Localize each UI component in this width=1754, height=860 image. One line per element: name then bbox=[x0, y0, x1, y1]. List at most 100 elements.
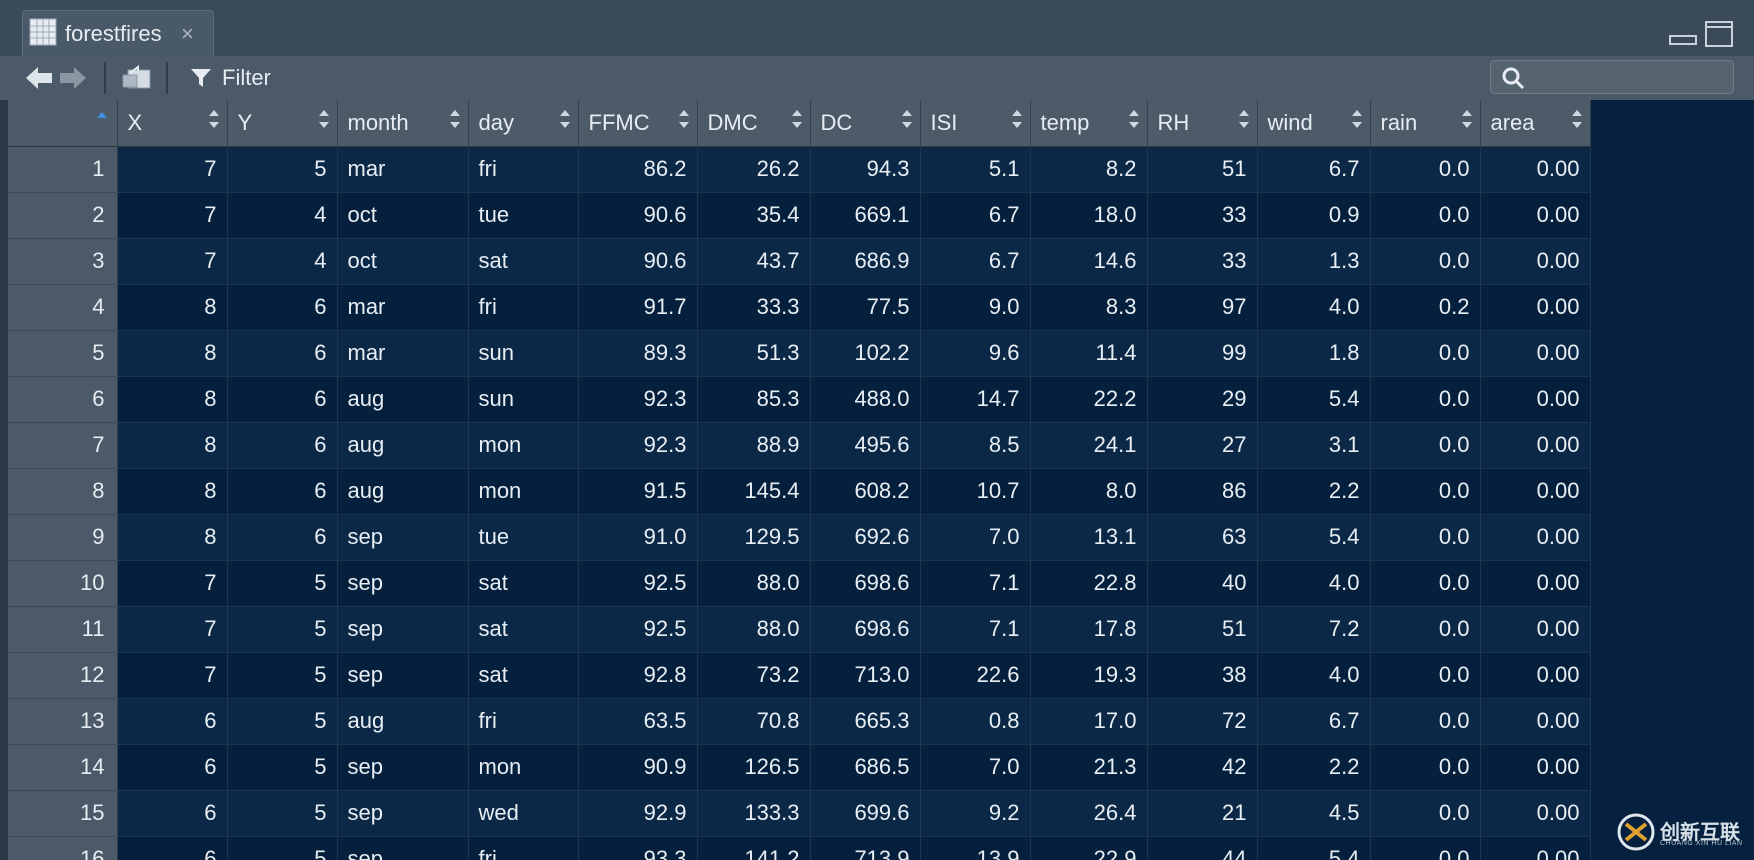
cell-isi: 0.8 bbox=[920, 698, 1031, 745]
cell-isi: 14.7 bbox=[920, 376, 1031, 423]
maximize-pane-icon[interactable] bbox=[1704, 20, 1734, 48]
column-header-temp[interactable]: temp bbox=[1030, 100, 1148, 147]
cell-dc: 686.9 bbox=[810, 238, 921, 285]
column-header-rh[interactable]: RH bbox=[1147, 100, 1258, 147]
cell-day: mon bbox=[468, 744, 579, 791]
tab-forestfires[interactable]: forestfires × bbox=[22, 10, 214, 56]
open-in-window-icon[interactable] bbox=[120, 65, 152, 91]
row-index: 2 bbox=[8, 192, 118, 239]
cell-wind: 6.7 bbox=[1257, 146, 1371, 193]
column-header-area[interactable]: area bbox=[1480, 100, 1591, 147]
column-header-day[interactable]: day bbox=[468, 100, 579, 147]
cell-rh: 63 bbox=[1147, 514, 1258, 561]
row-index-header[interactable] bbox=[8, 100, 118, 147]
table-row[interactable]: 5 8 6 mar sun 89.3 51.3 102.2 9.6 11.4 99 1.8 0.0 0.0… bbox=[8, 330, 1591, 377]
filter-button[interactable]: Filter bbox=[222, 65, 271, 91]
cell-temp: 8.0 bbox=[1030, 468, 1148, 515]
cell-x: 8 bbox=[117, 376, 228, 423]
cell-area: 0.00 bbox=[1480, 330, 1591, 377]
column-header-dmc[interactable]: DMC bbox=[697, 100, 811, 147]
cell-y: 5 bbox=[227, 744, 338, 791]
cell-wind: 1.3 bbox=[1257, 238, 1371, 285]
cell-dc: 713.9 bbox=[810, 836, 921, 860]
table-row[interactable]: 6 8 6 aug sun 92.3 85.3 488.0 14.7 22.2 29 5.4 0.0 0.… bbox=[8, 376, 1591, 423]
sort-toggle-icon bbox=[1351, 110, 1362, 128]
cell-temp: 26.4 bbox=[1030, 790, 1148, 837]
tab-close-icon[interactable]: × bbox=[181, 23, 194, 45]
sort-toggle-icon bbox=[1011, 110, 1022, 128]
cell-wind: 5.4 bbox=[1257, 836, 1371, 860]
cell-isi: 7.1 bbox=[920, 606, 1031, 653]
tab-title: forestfires bbox=[65, 21, 162, 46]
column-header-isi[interactable]: ISI bbox=[920, 100, 1031, 147]
row-index: 12 bbox=[8, 652, 118, 699]
cell-dc: 699.6 bbox=[810, 790, 921, 837]
table-row[interactable]: 3 7 4 oct sat 90.6 43.7 686.9 6.7 14.6 33 1.3 0.0 0.0… bbox=[8, 238, 1591, 285]
cell-temp: 22.9 bbox=[1030, 836, 1148, 860]
column-header-label: wind bbox=[1267, 109, 1313, 135]
cell-dmc: 133.3 bbox=[697, 790, 811, 837]
table-row[interactable]: 10 7 5 sep sat 92.5 88.0 698.6 7.1 22.8 40 4.0 0.0 0.… bbox=[8, 560, 1591, 607]
row-index: 6 bbox=[8, 376, 118, 423]
cell-x: 8 bbox=[117, 330, 228, 377]
row-index: 5 bbox=[8, 330, 118, 377]
table-row[interactable]: 2 7 4 oct tue 90.6 35.4 669.1 6.7 18.0 33 0.9 0.0 0.0… bbox=[8, 192, 1591, 239]
cell-y: 5 bbox=[227, 836, 338, 860]
column-header-dc[interactable]: DC bbox=[810, 100, 921, 147]
table-row[interactable]: 4 8 6 mar fri 91.7 33.3 77.5 9.0 8.3 97 4.0 0.2 0.00 bbox=[8, 284, 1591, 331]
cell-month: sep bbox=[337, 652, 469, 699]
cell-rain: 0.2 bbox=[1370, 284, 1481, 331]
column-header-ffmc[interactable]: FFMC bbox=[578, 100, 698, 147]
cell-rh: 38 bbox=[1147, 652, 1258, 699]
cell-dc: 692.6 bbox=[810, 514, 921, 561]
forward-arrow-icon[interactable] bbox=[58, 65, 88, 91]
cell-rain: 0.0 bbox=[1370, 652, 1481, 699]
column-header-wind[interactable]: wind bbox=[1257, 100, 1371, 147]
table-row[interactable]: 9 8 6 sep tue 91.0 129.5 692.6 7.0 13.1 63 5.4 0.0 0.… bbox=[8, 514, 1591, 561]
cell-dc: 608.2 bbox=[810, 468, 921, 515]
cell-rh: 40 bbox=[1147, 560, 1258, 607]
back-arrow-icon[interactable] bbox=[24, 65, 54, 91]
data-grid[interactable]: X Ymonth day FFMC DMC DC ISI temp RH wind rain area… bbox=[8, 100, 1754, 860]
column-header-y[interactable]: Y bbox=[227, 100, 338, 147]
column-header-month[interactable]: month bbox=[337, 100, 469, 147]
table-row[interactable]: 8 8 6 aug mon 91.5 145.4 608.2 10.7 8.0 86 2.2 0.0 0.… bbox=[8, 468, 1591, 515]
column-header-x[interactable]: X bbox=[117, 100, 228, 147]
filter-funnel-icon[interactable] bbox=[190, 68, 212, 88]
column-header-label: rain bbox=[1380, 109, 1418, 135]
cell-ffmc: 91.5 bbox=[578, 468, 698, 515]
cell-ffmc: 90.6 bbox=[578, 192, 698, 239]
cell-ffmc: 91.7 bbox=[578, 284, 698, 331]
cell-month: aug bbox=[337, 376, 469, 423]
cell-x: 6 bbox=[117, 790, 228, 837]
table-row[interactable]: 15 6 5 sep wed 92.9 133.3 699.6 9.2 26.4 21 4.5 0.0 0… bbox=[8, 790, 1591, 837]
search-box[interactable] bbox=[1490, 60, 1734, 94]
search-input[interactable] bbox=[1531, 63, 1731, 93]
logo-icon bbox=[1617, 813, 1655, 851]
column-header-rain[interactable]: rain bbox=[1370, 100, 1481, 147]
table-row[interactable]: 1 7 5 mar fri 86.2 26.2 94.3 5.1 8.2 51 6.7 0.0 0.00 bbox=[8, 146, 1591, 193]
cell-ffmc: 90.9 bbox=[578, 744, 698, 791]
cell-dmc: 73.2 bbox=[697, 652, 811, 699]
cell-ffmc: 93.3 bbox=[578, 836, 698, 860]
cell-rh: 51 bbox=[1147, 606, 1258, 653]
cell-area: 0.00 bbox=[1480, 146, 1591, 193]
cell-y: 5 bbox=[227, 790, 338, 837]
cell-ffmc: 92.9 bbox=[578, 790, 698, 837]
table-row[interactable]: 16 6 5 sep fri 93.3 141.2 713.9 13.9 22.9 44 5.4 0.0… bbox=[8, 836, 1591, 860]
cell-x: 7 bbox=[117, 238, 228, 285]
cell-rh: 72 bbox=[1147, 698, 1258, 745]
table-row[interactable]: 11 7 5 sep sat 92.5 88.0 698.6 7.1 17.8 51 7.2 0.0 0.… bbox=[8, 606, 1591, 653]
cell-rain: 0.0 bbox=[1370, 790, 1481, 837]
row-index: 14 bbox=[8, 744, 118, 791]
table-row[interactable]: 13 6 5 aug fri 63.5 70.8 665.3 0.8 17.0 72 6.7 0.0 0.… bbox=[8, 698, 1591, 745]
cell-isi: 6.7 bbox=[920, 192, 1031, 239]
table-row[interactable]: 7 8 6 aug mon 92.3 88.9 495.6 8.5 24.1 27 3.1 0.0 0.0… bbox=[8, 422, 1591, 469]
table-row[interactable]: 14 6 5 sep mon 90.9 126.5 686.5 7.0 21.3 42 2.2 0.0 0… bbox=[8, 744, 1591, 791]
minimize-pane-icon[interactable] bbox=[1668, 24, 1698, 46]
table-row[interactable]: 12 7 5 sep sat 92.8 73.2 713.0 22.6 19.3 38 4.0 0.0 0… bbox=[8, 652, 1591, 699]
cell-rh: 33 bbox=[1147, 238, 1258, 285]
cell-wind: 2.2 bbox=[1257, 744, 1371, 791]
cell-temp: 17.0 bbox=[1030, 698, 1148, 745]
sort-toggle-icon bbox=[449, 110, 460, 128]
